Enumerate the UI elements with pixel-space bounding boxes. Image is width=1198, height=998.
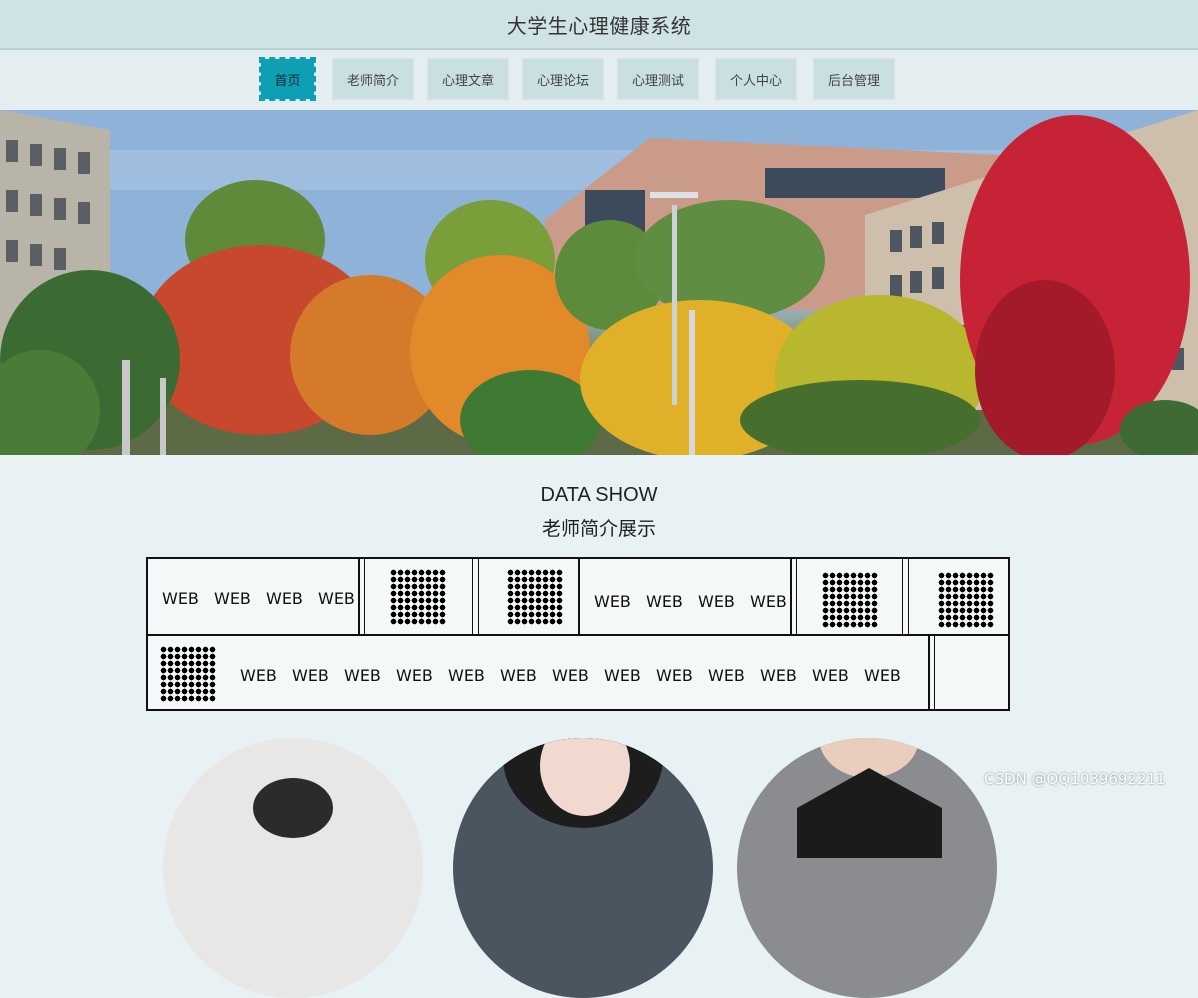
divider [478, 559, 479, 634]
main-nav: 首页 老师简介 心理文章 心理论坛 心理测试 个人中心 后台管理 [0, 50, 1198, 110]
web-label[interactable]: WEB [864, 666, 901, 685]
qr-code-icon [507, 569, 563, 625]
divider [790, 559, 792, 634]
divider [578, 559, 580, 634]
teacher-avatar[interactable] [737, 738, 997, 998]
nav-tests[interactable]: 心理测试 [617, 58, 699, 100]
web-label[interactable]: WEB [594, 592, 631, 611]
web-label[interactable]: WEB [552, 666, 589, 685]
avatar-image [253, 778, 333, 838]
web-label[interactable]: WEB [750, 592, 787, 611]
nav-home[interactable]: 首页 [259, 57, 316, 101]
web-label[interactable]: WEB [760, 666, 797, 685]
web-label[interactable]: WEB [214, 589, 251, 608]
watermark-text: CSDN @QQ1039692211 [984, 770, 1166, 788]
avatar-image [503, 738, 663, 828]
section-title-en: DATA SHOW [540, 484, 658, 506]
divider [928, 636, 930, 711]
site-title: 大学生心理健康系统 [506, 13, 692, 38]
web-label[interactable]: WEB [708, 666, 745, 685]
qr-code-icon [160, 646, 216, 702]
divider [358, 559, 360, 634]
nav-articles[interactable]: 心理文章 [427, 58, 509, 100]
web-label[interactable]: WEB [318, 589, 355, 608]
nav-teachers[interactable]: 老师简介 [332, 58, 414, 100]
web-label[interactable]: WEB [396, 666, 433, 685]
divider [908, 559, 909, 634]
teacher-avatar[interactable] [453, 738, 713, 998]
web-label[interactable]: WEB [698, 592, 735, 611]
web-label[interactable]: WEB [240, 666, 277, 685]
banner-image [0, 110, 1198, 455]
web-label[interactable]: WEB [646, 592, 683, 611]
avatar-image [797, 738, 942, 858]
top-header: 大学生心理健康系统 [0, 0, 1198, 50]
web-label[interactable]: WEB [162, 589, 199, 608]
marquee-row-2: WEB WEB WEB WEB WEB WEB WEB WEB WEB WEB … [148, 636, 1008, 711]
qr-code-icon [938, 572, 994, 628]
marquee-row-1: WEB WEB WEB WEB WEB WEB WEB WEB [148, 559, 1008, 636]
web-label[interactable]: WEB [344, 666, 381, 685]
nav-profile[interactable]: 个人中心 [715, 58, 797, 100]
web-label[interactable]: WEB [604, 666, 641, 685]
web-label[interactable]: WEB [266, 589, 303, 608]
web-label[interactable]: WEB [448, 666, 485, 685]
divider [364, 559, 365, 634]
nav-forum[interactable]: 心理论坛 [522, 58, 604, 100]
divider [902, 559, 903, 634]
teacher-avatar[interactable] [163, 738, 423, 998]
teacher-marquee: WEB WEB WEB WEB WEB WEB WEB WEB WEB WEB … [146, 557, 1010, 711]
web-label[interactable]: WEB [812, 666, 849, 685]
divider [796, 559, 797, 634]
web-label[interactable]: WEB [500, 666, 537, 685]
divider [934, 636, 935, 711]
web-label[interactable]: WEB [656, 666, 693, 685]
divider [472, 559, 473, 634]
qr-code-icon [822, 572, 878, 628]
nav-admin[interactable]: 后台管理 [813, 58, 895, 100]
section-title-cn: 老师简介展示 [541, 518, 656, 540]
banner-illustration [0, 110, 1198, 455]
qr-code-icon [390, 569, 446, 625]
web-label[interactable]: WEB [292, 666, 329, 685]
